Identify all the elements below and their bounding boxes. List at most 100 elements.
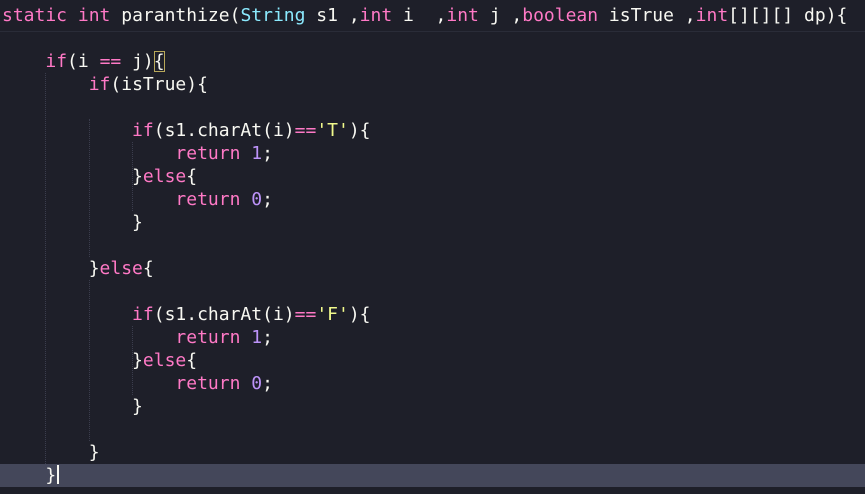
code-line-text: }	[2, 464, 60, 487]
code-token-kw: static	[2, 5, 68, 26]
code-token-plain: {	[142, 258, 154, 279]
code-token-plain: ){	[348, 304, 371, 325]
code-token-kw: return	[175, 143, 241, 164]
indent-guide	[88, 280, 90, 441]
code-token-plain: i ,	[392, 5, 447, 26]
code-token-plain: ;	[262, 189, 273, 210]
code-token-num: 0	[251, 373, 263, 394]
code-token-plain: paranthize(	[110, 5, 241, 26]
code-token-kw: int	[77, 5, 111, 26]
code-token-kw: return	[175, 373, 241, 394]
code-line[interactable]: static int paranthize(String s1 ,int i ,…	[0, 4, 865, 27]
code-token-plain: ;	[262, 143, 273, 164]
code-line[interactable]: if(i == j){	[0, 50, 865, 73]
indent-guide	[88, 119, 90, 257]
code-line-text: }	[2, 211, 143, 234]
code-line[interactable]: return 1;	[0, 142, 865, 165]
code-line-text: return 0;	[2, 188, 273, 211]
code-token-op: ==	[294, 120, 317, 141]
code-line-text: static int paranthize(String s1 ,int i ,…	[2, 4, 847, 27]
code-token-plain: j ,	[478, 5, 523, 26]
code-line[interactable]: }else{	[0, 257, 865, 280]
code-line-text: }else{	[2, 349, 197, 372]
code-token-plain: }	[2, 212, 143, 233]
code-line[interactable]: }	[0, 395, 865, 418]
code-token-plain: s1 ,	[305, 5, 360, 26]
code-token-plain: [][][] dp){	[728, 5, 848, 26]
code-token-kw: else	[142, 166, 187, 187]
code-line[interactable]: }else{	[0, 165, 865, 188]
code-line[interactable]	[0, 96, 865, 119]
code-line-text: return 1;	[2, 142, 273, 165]
code-line-text: return 1;	[2, 326, 273, 349]
code-token-plain: (i	[67, 51, 100, 72]
code-line[interactable]	[0, 418, 865, 441]
code-token-str: 'F'	[316, 304, 349, 325]
code-line[interactable]: }	[0, 441, 865, 464]
code-line-text: return 0;	[2, 372, 273, 395]
code-line[interactable]: return 0;	[0, 372, 865, 395]
code-token-plain: (s1.charAt(i)	[153, 304, 295, 325]
code-token-num: 1	[251, 327, 263, 348]
code-token-plain: j)	[121, 51, 154, 72]
code-token-kw: return	[175, 327, 241, 348]
indent-guide	[132, 326, 134, 395]
code-line-text: if(s1.charAt(i)=='T'){	[2, 119, 371, 142]
code-token-kw: if	[88, 74, 111, 95]
code-line[interactable]: }else{	[0, 349, 865, 372]
code-token-plain: {	[186, 350, 198, 371]
code-line[interactable]: if(isTrue){	[0, 73, 865, 96]
code-line[interactable]: return 1;	[0, 326, 865, 349]
code-line[interactable]	[0, 280, 865, 303]
code-line[interactable]: return 0;	[0, 188, 865, 211]
code-line-text: if(i == j){	[2, 50, 165, 73]
code-token-kw: int	[446, 5, 479, 26]
code-token-kw: boolean	[522, 5, 599, 26]
code-token-plain: }	[2, 465, 57, 486]
code-token-plain: ;	[262, 373, 273, 394]
code-line[interactable]	[0, 27, 865, 50]
code-token-kw: return	[175, 189, 241, 210]
code-token-op: ==	[99, 51, 122, 72]
code-token-kw: if	[45, 51, 68, 72]
code-token-plain: }	[2, 166, 143, 187]
code-token-num: 0	[251, 189, 263, 210]
code-token-plain: }	[2, 396, 143, 417]
code-token-bracket-hl: {	[153, 51, 165, 72]
code-token-plain: ;	[262, 327, 273, 348]
code-token-type: String	[240, 5, 306, 26]
code-token-kw: int	[359, 5, 393, 26]
code-token-num: 1	[251, 143, 263, 164]
code-token-plain: ){	[348, 120, 371, 141]
code-line-text: }else{	[2, 257, 154, 280]
indent-guide	[45, 73, 47, 464]
code-token-op: ==	[294, 304, 317, 325]
code-token-kw: int	[695, 5, 729, 26]
text-cursor	[57, 465, 60, 484]
code-token-kw: if	[132, 120, 154, 141]
code-line-text: }	[2, 441, 100, 464]
code-token-kw: if	[132, 304, 154, 325]
indent-guide	[132, 142, 134, 211]
code-line[interactable]	[0, 234, 865, 257]
code-line-text: if(s1.charAt(i)=='F'){	[2, 303, 371, 326]
code-line[interactable]: if(s1.charAt(i)=='T'){	[0, 119, 865, 142]
code-line[interactable]: if(s1.charAt(i)=='F'){	[0, 303, 865, 326]
current-code-line[interactable]: }	[0, 464, 865, 487]
code-editor[interactable]: static int paranthize(String s1 ,int i ,…	[0, 0, 865, 494]
code-token-plain: (isTrue){	[110, 74, 208, 95]
code-line-text: if(isTrue){	[2, 73, 208, 96]
code-token-plain: }	[2, 442, 100, 463]
code-token-plain: }	[2, 350, 143, 371]
code-token-kw: else	[99, 258, 143, 279]
code-token-plain: }	[2, 258, 100, 279]
code-line[interactable]: }	[0, 211, 865, 234]
